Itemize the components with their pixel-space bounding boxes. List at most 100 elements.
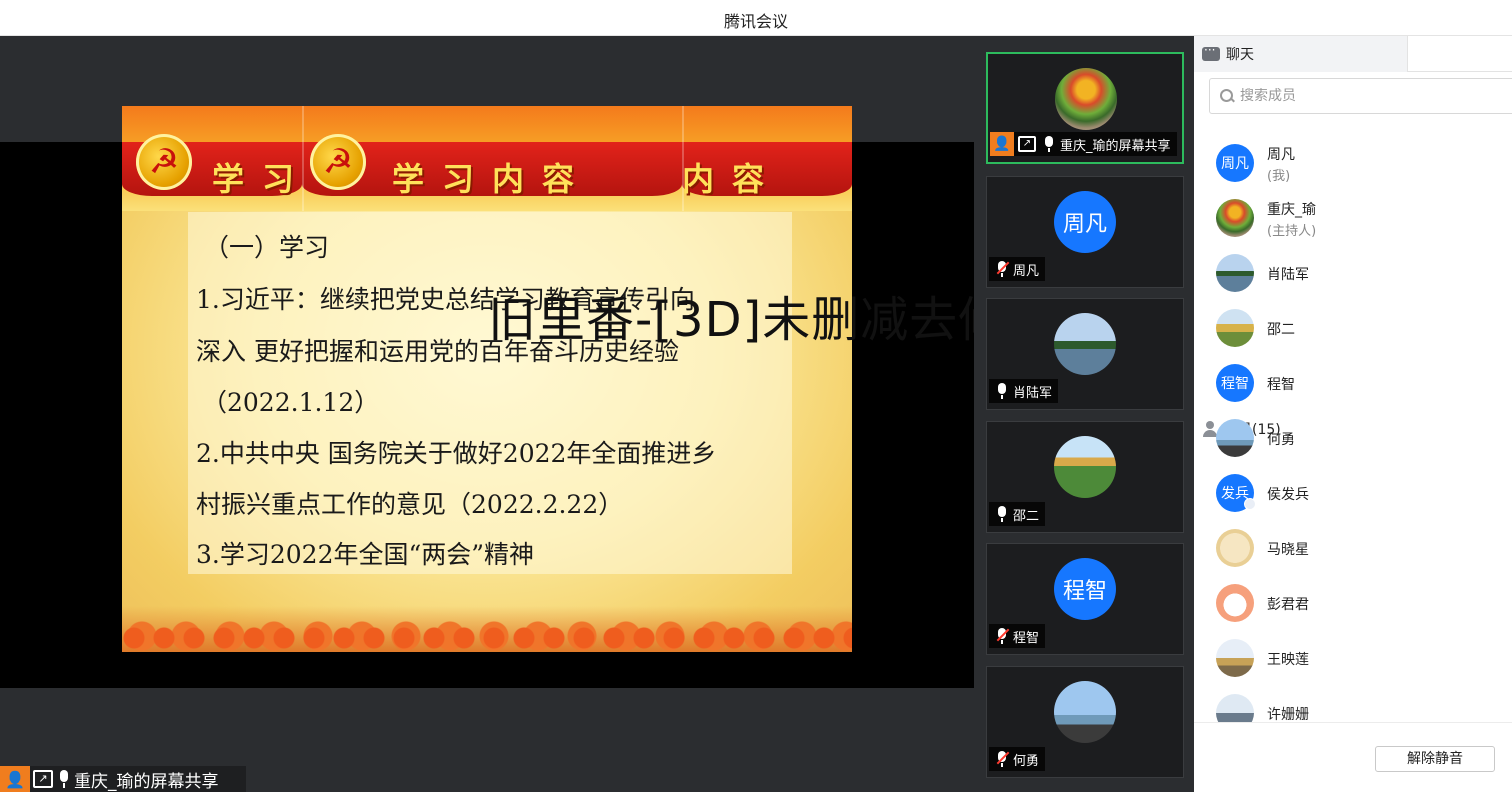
person-icon: 👤 <box>990 132 1014 156</box>
list-item[interactable]: 程智 程智 <box>1194 356 1512 410</box>
member-name: 肖陆军 <box>1267 267 1309 283</box>
shared-slide: 学习 学习内容 内容 （一）学习 1.习近平：继续把党史总结学习教育宣传引向 深… <box>122 106 852 652</box>
panel-tabs: 聊天 成员(15) <box>1194 36 1512 438</box>
overlay-watermark-text: 旧里番-[3D]未删减去修 <box>488 292 1008 348</box>
slide-heading: 学习 <box>212 160 313 198</box>
tab-chat-label: 聊天 <box>1226 47 1254 63</box>
tile-name: 周凡 <box>1013 263 1040 279</box>
screen-share-label: 👤 ↗ 重庆_瑜的屏幕共享 <box>0 766 246 792</box>
list-item[interactable]: 邵二 <box>1194 301 1512 355</box>
list-item[interactable]: 许姗姗 <box>1194 686 1512 722</box>
party-emblem-icon <box>310 134 366 190</box>
member-name: 邵二 <box>1267 322 1295 338</box>
avatar <box>1054 436 1116 498</box>
unmute-all-button[interactable]: 解除静音 <box>1375 746 1495 772</box>
member-role: (主持人) <box>1267 224 1317 239</box>
member-name: 王映莲 <box>1267 652 1309 668</box>
mic-icon <box>995 505 1009 523</box>
tile-name: 重庆_瑜的屏幕共享 <box>1060 138 1171 154</box>
member-name: 周凡 <box>1267 147 1295 163</box>
avatar <box>1216 529 1254 567</box>
chat-icon <box>1202 43 1220 61</box>
slide-line: （一）学习 <box>204 233 330 262</box>
slide-line: 3.学习2022年全国“两会”精神 <box>196 540 535 569</box>
avatar: 发兵 <box>1216 474 1256 512</box>
slide-line: 村振兴重点工作的意见（2022.2.22） <box>196 490 624 519</box>
avatar <box>1216 419 1254 457</box>
slide-flower-border <box>122 606 852 652</box>
screen-share-name: 重庆_瑜的屏幕共享 <box>74 771 219 792</box>
member-search[interactable] <box>1209 78 1512 114</box>
panel-footer: 解除静音 <box>1194 722 1512 792</box>
screen-share-icon: ↗ <box>1018 136 1036 152</box>
member-list: 周凡 周凡 (我) 重庆_瑜 (主持人) 肖陆军 邵二 程智 程智 何勇 发兵 <box>1194 136 1512 722</box>
mic-muted-icon <box>995 627 1010 645</box>
slide-heading: 学习内容 <box>392 160 593 198</box>
avatar <box>1216 694 1254 722</box>
search-icon <box>1220 89 1234 103</box>
video-tile[interactable]: 何勇 <box>986 666 1184 778</box>
avatar <box>1216 199 1254 237</box>
person-icon: 👤 <box>0 766 30 792</box>
member-name: 何勇 <box>1267 432 1295 448</box>
tile-name: 程智 <box>1013 630 1040 646</box>
title-bar: 腾讯会议 <box>0 0 1512 36</box>
member-name: 马晓星 <box>1267 542 1309 558</box>
avatar: 周凡 <box>1216 144 1254 182</box>
member-name: 彭君君 <box>1267 597 1309 613</box>
slide-line: （2022.1.12） <box>202 388 380 417</box>
member-name: 程智 <box>1267 377 1295 393</box>
mic-muted-icon <box>995 260 1010 278</box>
slide-heading: 内容 <box>682 160 783 198</box>
list-item[interactable]: 王映莲 <box>1194 631 1512 685</box>
side-panel: 聊天 成员(15) 周凡 周凡 (我) 重庆_瑜 (主持人) 肖陆军 邵二 <box>1194 36 1512 792</box>
tab-chat[interactable]: 聊天 <box>1194 36 1408 72</box>
list-item[interactable]: 何勇 <box>1194 411 1512 465</box>
tile-name-bar: 邵二 <box>989 502 1046 526</box>
video-tiles-column: 👤 ↗ 重庆_瑜的屏幕共享 周凡 周凡 肖陆军 邵二 程智 程智 何勇 <box>974 36 1194 792</box>
member-name: 许姗姗 <box>1267 707 1309 722</box>
list-item[interactable]: 马晓星 <box>1194 521 1512 575</box>
tile-name-bar: 肖陆军 <box>989 379 1059 403</box>
member-role: (我) <box>1267 169 1291 184</box>
screen-share-icon: ↗ <box>33 770 53 788</box>
avatar <box>1054 313 1116 375</box>
video-tile[interactable]: 程智 程智 <box>986 543 1184 655</box>
video-tile[interactable]: 周凡 周凡 <box>986 176 1184 288</box>
window-title: 腾讯会议 <box>723 12 788 31</box>
list-item[interactable]: 肖陆军 <box>1194 246 1512 300</box>
mic-muted-icon <box>995 750 1010 768</box>
tile-name: 邵二 <box>1013 508 1040 524</box>
mic-icon <box>57 770 71 788</box>
avatar: 周凡 <box>1054 191 1116 253</box>
tile-name-bar: 👤 ↗ 重庆_瑜的屏幕共享 <box>990 132 1177 156</box>
video-tile[interactable]: 👤 ↗ 重庆_瑜的屏幕共享 <box>986 52 1184 164</box>
slide-line: 2.中共中央 国务院关于做好2022年全面推进乡 <box>196 439 717 468</box>
search-input[interactable] <box>1240 88 1500 104</box>
avatar <box>1216 254 1254 292</box>
avatar <box>1054 681 1116 743</box>
mic-icon <box>1042 135 1056 153</box>
avatar <box>1055 68 1117 130</box>
video-tile[interactable]: 邵二 <box>986 421 1184 533</box>
avatar <box>1216 639 1254 677</box>
list-item[interactable]: 周凡 周凡 (我) <box>1194 136 1512 190</box>
avatar: 程智 <box>1054 558 1116 620</box>
mic-icon <box>995 382 1009 400</box>
tile-name: 肖陆军 <box>1013 385 1053 401</box>
video-tile[interactable]: 肖陆军 <box>986 298 1184 410</box>
list-item[interactable]: 发兵 侯发兵 <box>1194 466 1512 520</box>
member-name: 重庆_瑜 <box>1267 202 1316 218</box>
tile-name-bar: 程智 <box>989 624 1046 648</box>
party-emblem-icon <box>136 134 192 190</box>
list-item[interactable]: 彭君君 <box>1194 576 1512 630</box>
list-item[interactable]: 重庆_瑜 (主持人) <box>1194 191 1512 245</box>
device-badge-icon <box>1244 498 1256 510</box>
tile-name: 何勇 <box>1013 753 1040 769</box>
tile-name-bar: 何勇 <box>989 747 1046 771</box>
member-name: 侯发兵 <box>1267 487 1309 503</box>
avatar <box>1216 584 1254 622</box>
avatar <box>1216 309 1254 347</box>
avatar: 程智 <box>1216 364 1254 402</box>
tile-name-bar: 周凡 <box>989 257 1046 281</box>
